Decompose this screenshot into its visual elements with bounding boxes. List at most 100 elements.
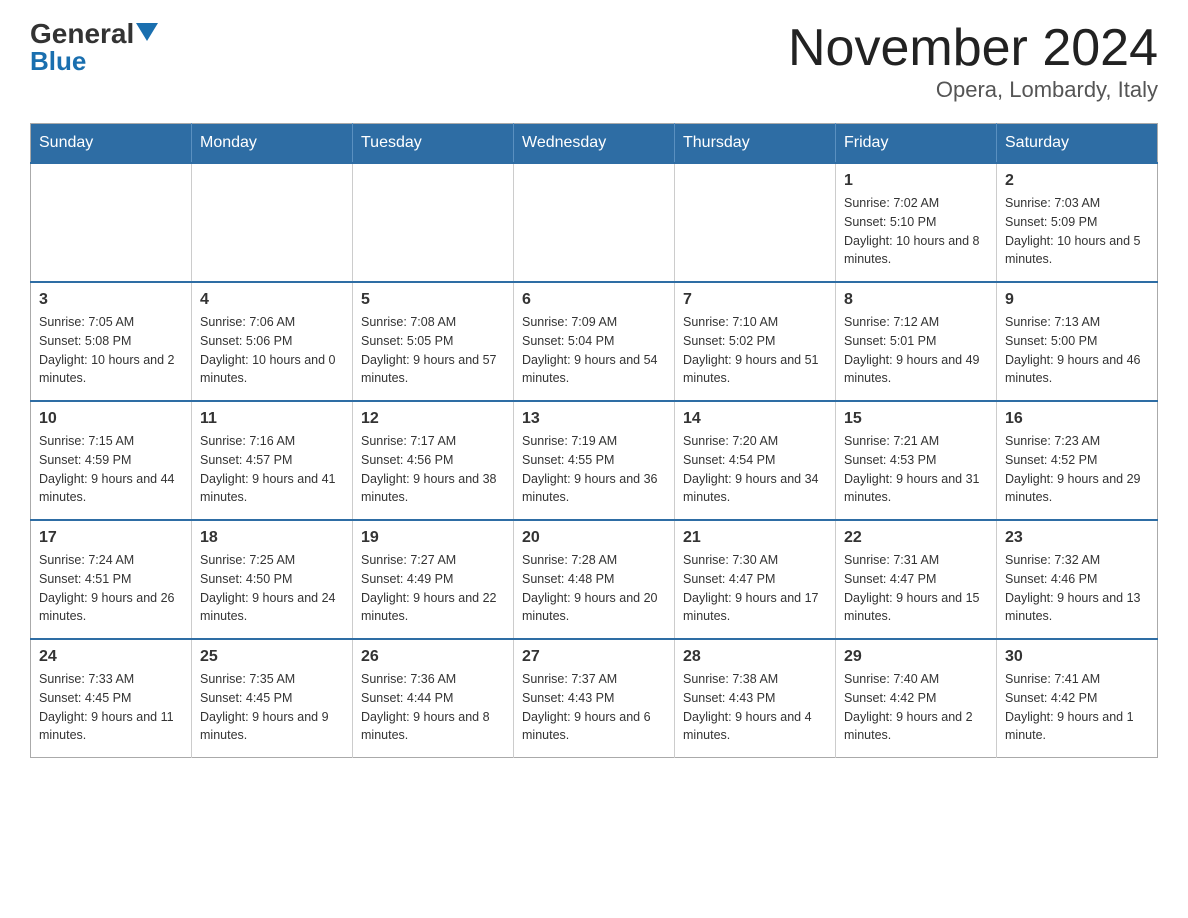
calendar-cell: [31, 163, 192, 282]
day-number: 7: [683, 291, 827, 309]
calendar-cell: [353, 163, 514, 282]
day-info: Sunrise: 7:08 AMSunset: 5:05 PMDaylight:…: [361, 313, 505, 388]
day-info: Sunrise: 7:05 AMSunset: 5:08 PMDaylight:…: [39, 313, 183, 388]
day-of-week-monday: Monday: [192, 124, 353, 164]
day-number: 1: [844, 172, 988, 190]
calendar-cell: 28 Sunrise: 7:38 AMSunset: 4:43 PMDayligh…: [675, 639, 836, 758]
calendar-cell: [514, 163, 675, 282]
calendar-cell: 14 Sunrise: 7:20 AMSunset: 4:54 PMDayligh…: [675, 401, 836, 520]
day-info: Sunrise: 7:16 AMSunset: 4:57 PMDaylight:…: [200, 432, 344, 507]
day-info: Sunrise: 7:13 AMSunset: 5:00 PMDaylight:…: [1005, 313, 1149, 388]
page-header: General Blue November 2024 Opera, Lombar…: [30, 20, 1158, 103]
day-info: Sunrise: 7:27 AMSunset: 4:49 PMDaylight:…: [361, 551, 505, 626]
day-number: 15: [844, 410, 988, 428]
day-number: 19: [361, 529, 505, 547]
calendar-cell: [675, 163, 836, 282]
day-number: 20: [522, 529, 666, 547]
day-info: Sunrise: 7:12 AMSunset: 5:01 PMDaylight:…: [844, 313, 988, 388]
day-info: Sunrise: 7:41 AMSunset: 4:42 PMDaylight:…: [1005, 670, 1149, 745]
calendar-table: SundayMondayTuesdayWednesdayThursdayFrid…: [30, 123, 1158, 758]
day-info: Sunrise: 7:15 AMSunset: 4:59 PMDaylight:…: [39, 432, 183, 507]
day-number: 13: [522, 410, 666, 428]
calendar-cell: 7 Sunrise: 7:10 AMSunset: 5:02 PMDaylight…: [675, 282, 836, 401]
day-number: 25: [200, 648, 344, 666]
calendar-cell: 22Sunrise: 7:31 AMSunset: 4:47 PMDayligh…: [836, 520, 997, 639]
calendar-week-1: 1 Sunrise: 7:02 AMSunset: 5:10 PMDaylight…: [31, 163, 1158, 282]
calendar-cell: 11 Sunrise: 7:16 AMSunset: 4:57 PMDayligh…: [192, 401, 353, 520]
day-of-week-wednesday: Wednesday: [514, 124, 675, 164]
day-info: Sunrise: 7:24 AMSunset: 4:51 PMDaylight:…: [39, 551, 183, 626]
calendar-cell: 2 Sunrise: 7:03 AMSunset: 5:09 PMDaylight…: [997, 163, 1158, 282]
calendar-cell: [192, 163, 353, 282]
day-number: 16: [1005, 410, 1149, 428]
day-number: 30: [1005, 648, 1149, 666]
calendar-cell: 13 Sunrise: 7:19 AMSunset: 4:55 PMDayligh…: [514, 401, 675, 520]
day-info: Sunrise: 7:31 AMSunset: 4:47 PMDaylight:…: [844, 551, 988, 626]
logo: General Blue: [30, 20, 158, 77]
calendar-cell: 10 Sunrise: 7:15 AMSunset: 4:59 PMDayligh…: [31, 401, 192, 520]
day-info: Sunrise: 7:35 AMSunset: 4:45 PMDaylight:…: [200, 670, 344, 745]
day-number: 12: [361, 410, 505, 428]
day-of-week-saturday: Saturday: [997, 124, 1158, 164]
calendar-cell: 5 Sunrise: 7:08 AMSunset: 5:05 PMDaylight…: [353, 282, 514, 401]
calendar-cell: 12Sunrise: 7:17 AMSunset: 4:56 PMDayligh…: [353, 401, 514, 520]
calendar-cell: 9 Sunrise: 7:13 AMSunset: 5:00 PMDaylight…: [997, 282, 1158, 401]
day-number: 5: [361, 291, 505, 309]
calendar-cell: 26 Sunrise: 7:36 AMSunset: 4:44 PMDayligh…: [353, 639, 514, 758]
day-info: Sunrise: 7:23 AMSunset: 4:52 PMDaylight:…: [1005, 432, 1149, 507]
day-number: 27: [522, 648, 666, 666]
day-number: 10: [39, 410, 183, 428]
day-number: 4: [200, 291, 344, 309]
calendar-week-5: 24 Sunrise: 7:33 AMSunset: 4:45 PMDayligh…: [31, 639, 1158, 758]
day-info: Sunrise: 7:33 AMSunset: 4:45 PMDaylight:…: [39, 670, 183, 745]
calendar-cell: 8 Sunrise: 7:12 AMSunset: 5:01 PMDaylight…: [836, 282, 997, 401]
day-info: Sunrise: 7:03 AMSunset: 5:09 PMDaylight:…: [1005, 194, 1149, 269]
day-number: 26: [361, 648, 505, 666]
day-number: 17: [39, 529, 183, 547]
logo-triangle-icon: [136, 23, 158, 41]
calendar-cell: 3Sunrise: 7:05 AMSunset: 5:08 PMDaylight…: [31, 282, 192, 401]
day-info: Sunrise: 7:10 AMSunset: 5:02 PMDaylight:…: [683, 313, 827, 388]
day-info: Sunrise: 7:40 AMSunset: 4:42 PMDaylight:…: [844, 670, 988, 745]
calendar-cell: 1 Sunrise: 7:02 AMSunset: 5:10 PMDaylight…: [836, 163, 997, 282]
day-number: 6: [522, 291, 666, 309]
calendar-cell: 15 Sunrise: 7:21 AMSunset: 4:53 PMDayligh…: [836, 401, 997, 520]
day-of-week-sunday: Sunday: [31, 124, 192, 164]
title-block: November 2024 Opera, Lombardy, Italy: [788, 20, 1158, 103]
day-number: 8: [844, 291, 988, 309]
day-number: 9: [1005, 291, 1149, 309]
calendar-cell: 20 Sunrise: 7:28 AMSunset: 4:48 PMDayligh…: [514, 520, 675, 639]
day-of-week-tuesday: Tuesday: [353, 124, 514, 164]
day-info: Sunrise: 7:09 AMSunset: 5:04 PMDaylight:…: [522, 313, 666, 388]
calendar-cell: 23Sunrise: 7:32 AMSunset: 4:46 PMDayligh…: [997, 520, 1158, 639]
day-info: Sunrise: 7:19 AMSunset: 4:55 PMDaylight:…: [522, 432, 666, 507]
calendar-cell: 19 Sunrise: 7:27 AMSunset: 4:49 PMDayligh…: [353, 520, 514, 639]
calendar-cell: 27Sunrise: 7:37 AMSunset: 4:43 PMDayligh…: [514, 639, 675, 758]
logo-blue-text: Blue: [30, 46, 86, 77]
logo-general-text: General: [30, 20, 134, 48]
day-info: Sunrise: 7:28 AMSunset: 4:48 PMDaylight:…: [522, 551, 666, 626]
calendar-cell: 29 Sunrise: 7:40 AMSunset: 4:42 PMDayligh…: [836, 639, 997, 758]
calendar-cell: 16 Sunrise: 7:23 AMSunset: 4:52 PMDayligh…: [997, 401, 1158, 520]
day-info: Sunrise: 7:20 AMSunset: 4:54 PMDaylight:…: [683, 432, 827, 507]
day-number: 29: [844, 648, 988, 666]
day-number: 24: [39, 648, 183, 666]
day-number: 28: [683, 648, 827, 666]
day-number: 2: [1005, 172, 1149, 190]
day-info: Sunrise: 7:21 AMSunset: 4:53 PMDaylight:…: [844, 432, 988, 507]
calendar-cell: 18 Sunrise: 7:25 AMSunset: 4:50 PMDayligh…: [192, 520, 353, 639]
calendar-cell: 30 Sunrise: 7:41 AMSunset: 4:42 PMDayligh…: [997, 639, 1158, 758]
calendar-cell: 4Sunrise: 7:06 AMSunset: 5:06 PMDaylight…: [192, 282, 353, 401]
day-info: Sunrise: 7:36 AMSunset: 4:44 PMDaylight:…: [361, 670, 505, 745]
day-info: Sunrise: 7:02 AMSunset: 5:10 PMDaylight:…: [844, 194, 988, 269]
calendar-cell: 21Sunrise: 7:30 AMSunset: 4:47 PMDayligh…: [675, 520, 836, 639]
day-info: Sunrise: 7:38 AMSunset: 4:43 PMDaylight:…: [683, 670, 827, 745]
calendar-cell: 6 Sunrise: 7:09 AMSunset: 5:04 PMDaylight…: [514, 282, 675, 401]
day-number: 11: [200, 410, 344, 428]
calendar-week-3: 10 Sunrise: 7:15 AMSunset: 4:59 PMDayligh…: [31, 401, 1158, 520]
day-info: Sunrise: 7:25 AMSunset: 4:50 PMDaylight:…: [200, 551, 344, 626]
day-number: 14: [683, 410, 827, 428]
calendar-cell: 24 Sunrise: 7:33 AMSunset: 4:45 PMDayligh…: [31, 639, 192, 758]
day-number: 18: [200, 529, 344, 547]
calendar-week-2: 3Sunrise: 7:05 AMSunset: 5:08 PMDaylight…: [31, 282, 1158, 401]
